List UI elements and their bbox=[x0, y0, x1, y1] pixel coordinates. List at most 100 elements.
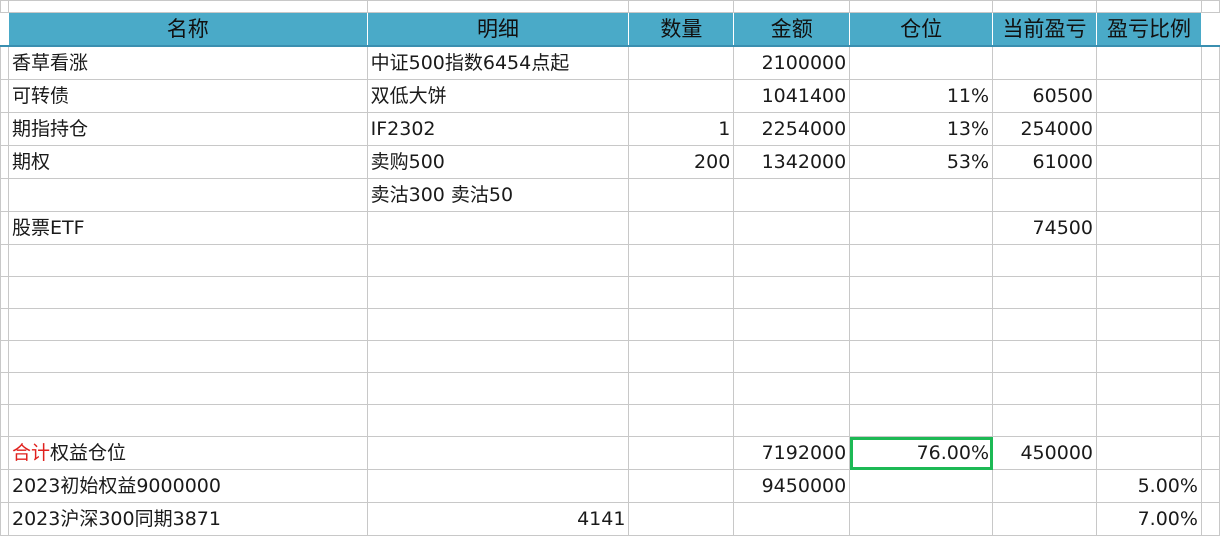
cell-position[interactable]: 13% bbox=[849, 112, 994, 146]
cell[interactable] bbox=[7, 372, 368, 405]
cell-pnl-ratio[interactable] bbox=[1096, 211, 1202, 245]
cell[interactable] bbox=[1096, 404, 1202, 437]
row-header[interactable] bbox=[0, 404, 9, 437]
cell[interactable] bbox=[1200, 178, 1220, 212]
cell[interactable] bbox=[7, 340, 368, 373]
cell[interactable] bbox=[992, 404, 1097, 437]
cell[interactable] bbox=[1096, 244, 1202, 277]
cell[interactable] bbox=[628, 502, 735, 536]
cell-pnl-ratio[interactable] bbox=[1096, 112, 1202, 146]
cell-initial-amount[interactable]: 9450000 bbox=[733, 469, 851, 503]
header-pnl[interactable]: 当前盈亏 bbox=[992, 12, 1097, 47]
cell-total-name[interactable]: 合计权益仓位 bbox=[7, 436, 368, 470]
cell[interactable] bbox=[849, 502, 994, 536]
cell-pnl-ratio[interactable] bbox=[1096, 178, 1202, 212]
cell-detail[interactable]: 中证500指数6454点起 bbox=[366, 45, 630, 80]
row-header[interactable] bbox=[0, 145, 9, 179]
row-header[interactable] bbox=[0, 469, 9, 503]
cell-initial-name[interactable]: 2023初始权益9000000 bbox=[7, 469, 368, 503]
cell[interactable] bbox=[992, 469, 1097, 503]
column-header-b[interactable] bbox=[366, 0, 630, 13]
cell[interactable] bbox=[1096, 436, 1202, 470]
cell[interactable] bbox=[366, 276, 630, 309]
cell-pnl[interactable]: 254000 bbox=[992, 112, 1097, 146]
cell-qty[interactable]: 1 bbox=[628, 112, 735, 146]
cell[interactable] bbox=[1200, 469, 1220, 503]
row-header[interactable] bbox=[0, 244, 9, 277]
column-header-g[interactable] bbox=[1096, 0, 1202, 13]
column-header-e[interactable] bbox=[849, 0, 994, 13]
column-header-d[interactable] bbox=[733, 0, 851, 13]
selected-cell-total-position[interactable]: 76.00% bbox=[849, 436, 994, 470]
cell[interactable] bbox=[7, 308, 368, 341]
cell[interactable] bbox=[992, 502, 1097, 536]
cell[interactable] bbox=[628, 308, 735, 341]
cell-qty[interactable] bbox=[628, 45, 735, 80]
header-pnl-ratio[interactable]: 盈亏比例 bbox=[1096, 12, 1202, 47]
cell-pnl[interactable]: 74500 bbox=[992, 211, 1097, 245]
cell-position[interactable]: 11% bbox=[849, 79, 994, 113]
cell[interactable] bbox=[733, 502, 851, 536]
cell[interactable] bbox=[1200, 244, 1220, 277]
column-header-a[interactable] bbox=[7, 0, 368, 13]
cell[interactable] bbox=[849, 308, 994, 341]
row-header[interactable] bbox=[0, 211, 9, 245]
cell[interactable] bbox=[849, 276, 994, 309]
cell[interactable] bbox=[1200, 308, 1220, 341]
cell-hs300-name[interactable]: 2023沪深300同期3871 bbox=[7, 502, 368, 536]
cell-total-pnl[interactable]: 450000 bbox=[992, 436, 1097, 470]
cell-name[interactable]: 期权 bbox=[7, 145, 368, 179]
cell[interactable] bbox=[849, 372, 994, 405]
cell[interactable] bbox=[992, 340, 1097, 373]
cell-position[interactable]: 53% bbox=[849, 145, 994, 179]
cell[interactable] bbox=[1200, 372, 1220, 405]
cell[interactable] bbox=[992, 308, 1097, 341]
header-position[interactable]: 仓位 bbox=[849, 12, 994, 47]
cell[interactable] bbox=[628, 404, 735, 437]
cell[interactable] bbox=[992, 276, 1097, 309]
cell-detail[interactable]: IF2302 bbox=[366, 112, 630, 146]
column-header-h[interactable] bbox=[1200, 0, 1220, 13]
cell-position[interactable] bbox=[849, 211, 994, 245]
cell-amount[interactable]: 2254000 bbox=[733, 112, 851, 146]
cell[interactable] bbox=[733, 308, 851, 341]
cell[interactable] bbox=[1200, 112, 1220, 146]
cell-hs300-pnl-ratio[interactable]: 7.00% bbox=[1096, 502, 1202, 536]
cell-name[interactable]: 期指持仓 bbox=[7, 112, 368, 146]
cell-detail[interactable]: 卖购500 bbox=[366, 145, 630, 179]
cell-detail[interactable]: 双低大饼 bbox=[366, 79, 630, 113]
cell[interactable] bbox=[628, 276, 735, 309]
row-header[interactable] bbox=[0, 45, 9, 80]
cell[interactable] bbox=[849, 340, 994, 373]
cell-name[interactable]: 香草看涨 bbox=[7, 45, 368, 80]
row-header[interactable] bbox=[0, 12, 9, 47]
cell-initial-pnl-ratio[interactable]: 5.00% bbox=[1096, 469, 1202, 503]
cell[interactable] bbox=[366, 244, 630, 277]
row-header[interactable] bbox=[0, 79, 9, 113]
cell-name[interactable]: 股票ETF bbox=[7, 211, 368, 245]
cell[interactable] bbox=[733, 404, 851, 437]
cell-qty[interactable] bbox=[628, 211, 735, 245]
cell-pnl-ratio[interactable] bbox=[1096, 45, 1202, 80]
cell-amount[interactable]: 2100000 bbox=[733, 45, 851, 80]
row-header[interactable] bbox=[0, 502, 9, 536]
cell[interactable] bbox=[7, 404, 368, 437]
cell[interactable] bbox=[628, 340, 735, 373]
cell[interactable] bbox=[628, 244, 735, 277]
cell[interactable] bbox=[628, 469, 735, 503]
cell[interactable] bbox=[1096, 308, 1202, 341]
cell[interactable] bbox=[1200, 79, 1220, 113]
cell[interactable] bbox=[1200, 436, 1220, 470]
cell-amount[interactable]: 1041400 bbox=[733, 79, 851, 113]
cell[interactable] bbox=[366, 308, 630, 341]
cell[interactable] bbox=[1200, 404, 1220, 437]
column-header-c[interactable] bbox=[628, 0, 735, 13]
cell-pnl[interactable] bbox=[992, 178, 1097, 212]
cell[interactable] bbox=[849, 244, 994, 277]
cell[interactable] bbox=[733, 340, 851, 373]
cell-pnl[interactable] bbox=[992, 45, 1097, 80]
cell-qty[interactable] bbox=[628, 79, 735, 113]
cell[interactable] bbox=[1200, 502, 1220, 536]
cell[interactable] bbox=[1200, 145, 1220, 179]
cell-detail[interactable]: 卖沽300 卖沽50 bbox=[366, 178, 630, 212]
